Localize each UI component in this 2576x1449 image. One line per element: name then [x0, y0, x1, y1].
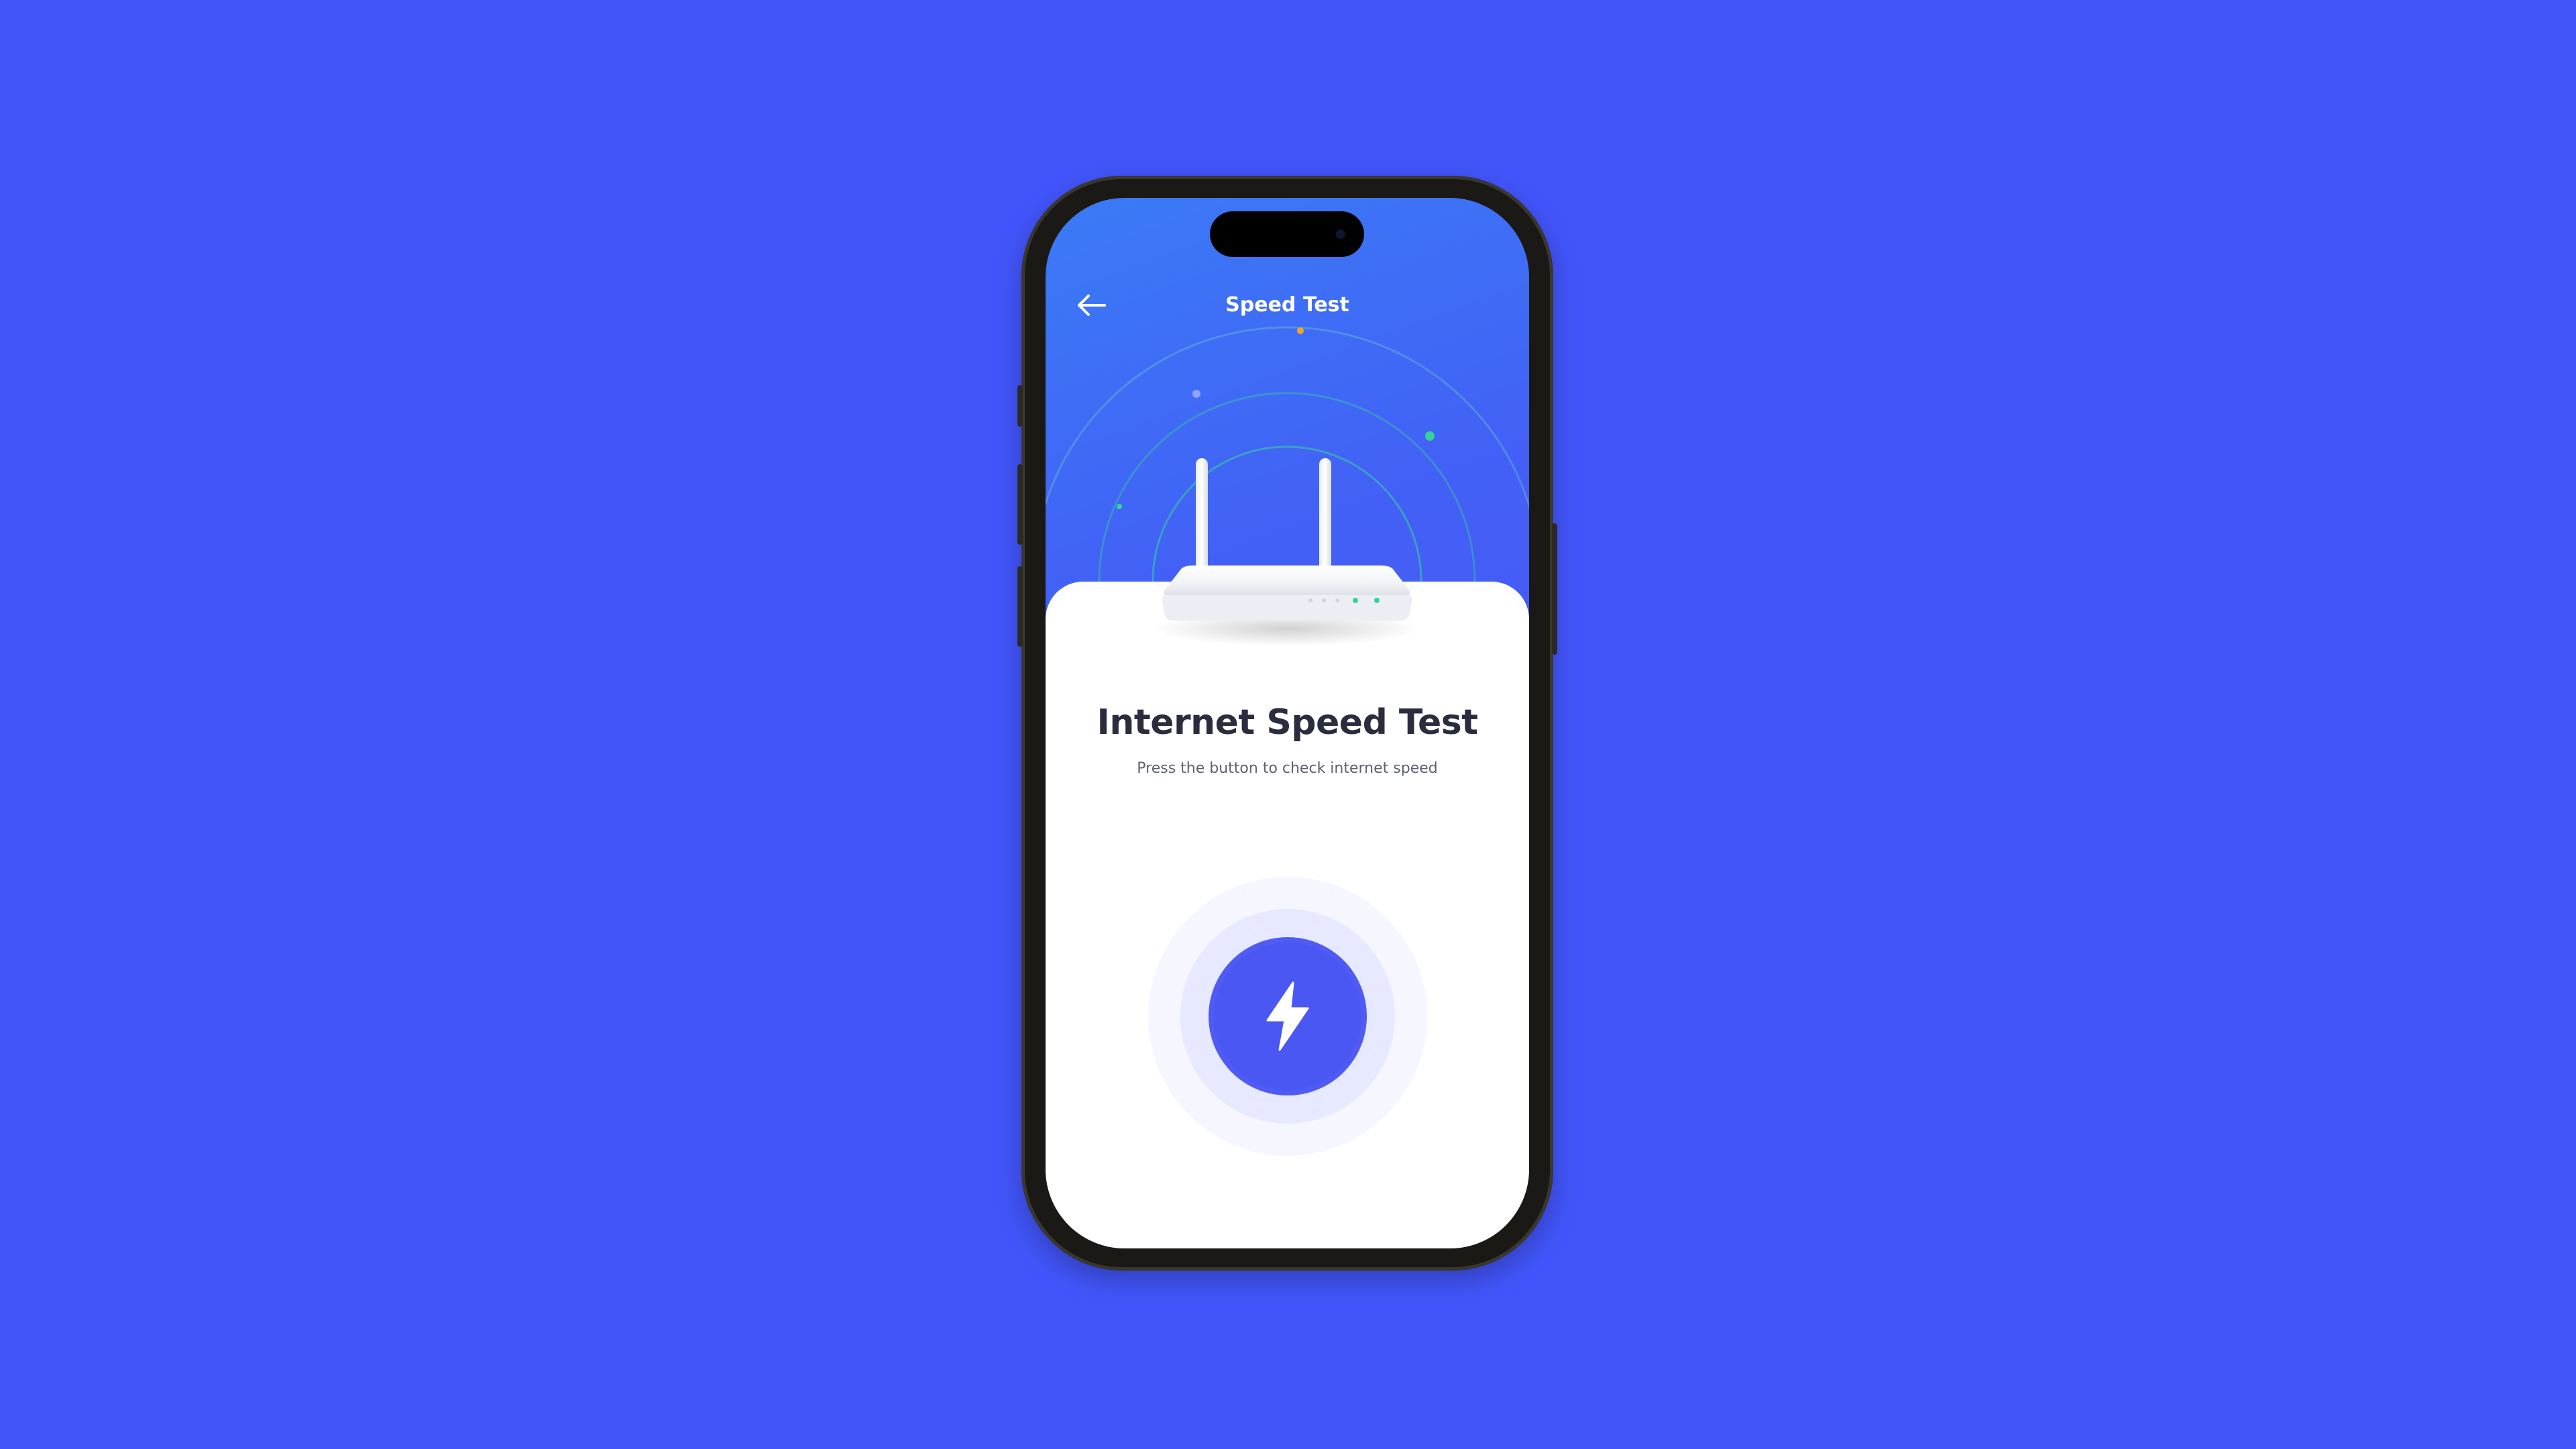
canvas-background: Speed Test Internet Speed Test Press the… [0, 0, 2576, 1449]
start-test-control [1148, 877, 1427, 1156]
start-speed-test-button[interactable] [1214, 943, 1361, 1090]
router-light [1374, 598, 1380, 603]
phone-frame: Speed Test Internet Speed Test Press the… [1017, 176, 1557, 1271]
router-illustration [1153, 458, 1421, 646]
power-button [1552, 523, 1557, 655]
camera-dot [1336, 229, 1345, 239]
volume-down-button [1017, 566, 1023, 647]
signal-dot [1425, 431, 1435, 441]
router-antenna [1196, 458, 1208, 576]
signal-dot [1192, 390, 1200, 398]
phone-screen: Speed Test Internet Speed Test Press the… [1046, 198, 1529, 1248]
router-light [1308, 598, 1312, 602]
main-heading: Internet Speed Test [1097, 702, 1478, 743]
router-antenna [1319, 458, 1331, 576]
dynamic-island [1210, 211, 1364, 257]
action-button [1017, 385, 1023, 427]
router-light [1353, 598, 1358, 603]
page-title: Speed Test [1225, 293, 1349, 317]
volume-up-button [1017, 464, 1023, 545]
signal-dot [1117, 504, 1122, 509]
router-light [1322, 598, 1326, 602]
app-header: Speed Test [1046, 278, 1529, 332]
router-light [1335, 598, 1339, 602]
lightning-bolt-icon [1266, 981, 1309, 1051]
subheading: Press the button to check internet speed [1137, 760, 1438, 777]
